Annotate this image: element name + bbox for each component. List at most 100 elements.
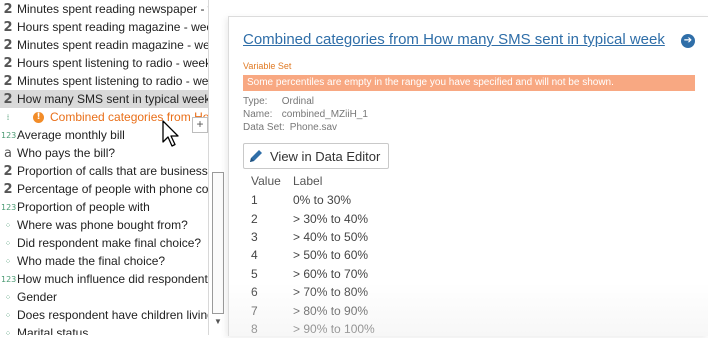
variable-label: Did respondent make final choice? [17, 236, 202, 250]
plus-icon[interactable]: + [192, 117, 208, 133]
variable-item[interactable]: 2 Percentage of people with phone com [0, 180, 226, 198]
variable-item[interactable]: 2 Minutes spent reading newspaper - w [0, 0, 226, 18]
cell-label: > 70% to 80% [293, 285, 369, 300]
variable-item[interactable]: ⁘ Does respondent have children living [0, 306, 226, 324]
table-row: 8 > 90% to 100% [243, 320, 708, 338]
table-header-row: Value Label [243, 171, 708, 191]
cell-value: 3 [251, 229, 258, 244]
variable-label: Average monthly bill [17, 128, 125, 142]
variable-label: Percentage of people with phone com [17, 182, 219, 196]
cell-label: > 30% to 40% [293, 211, 369, 226]
table-row: 4 > 50% to 60% [243, 246, 708, 264]
variable-item-selected[interactable]: 2 How many SMS sent in typical week [0, 90, 226, 108]
cell-value: 1 [251, 193, 258, 208]
variable-label: Who made the final choice? [17, 254, 166, 268]
table-row: 2 > 30% to 40% [243, 209, 708, 227]
variable-label: How many SMS sent in typical week [17, 92, 211, 106]
numeric-icon: 2 [3, 1, 13, 17]
table-row: 1 0% to 30% [243, 191, 708, 209]
chevron-down-icon[interactable]: ▼ [212, 316, 224, 328]
variable-item[interactable]: 2 Minutes spent readin magazine - wee [0, 36, 226, 54]
meta-key: Data Set: [243, 122, 285, 133]
nominal-icon: ⁘ [4, 328, 12, 335]
variable-label: Gender [17, 290, 58, 304]
variable-list[interactable]: 2 Minutes spent reading newspaper - w 2 … [0, 0, 226, 335]
nominal-icon: ⁘ [4, 220, 12, 230]
cell-label: > 50% to 60% [293, 248, 369, 263]
variable-label: Minutes spent listening to radio - wee [17, 74, 216, 88]
mouse-pointer-icon [162, 120, 179, 147]
cell-label: > 40% to 50% [293, 229, 369, 244]
variable-label: Does respondent have children living [17, 308, 214, 322]
nominal-icon: ⁘ [4, 238, 12, 248]
variable-label: Minutes spent reading newspaper - w [17, 2, 217, 16]
meta-key: Type: [243, 96, 268, 107]
variable-item[interactable]: 2 Hours spent listening to radio - weeke [0, 54, 226, 72]
meta-dataset: Data Set: Phone.sav [243, 122, 337, 133]
cell-value: 7 [251, 303, 258, 318]
variable-label: Where was phone bought from? [17, 218, 188, 232]
numeric-icon: 2 [3, 55, 13, 71]
variable-label: Minutes spent readin magazine - wee [17, 38, 217, 52]
variable-set-label: Variable Set [243, 61, 292, 71]
variable-item[interactable]: ⁘ Marital status [0, 324, 226, 335]
view-in-data-editor-button[interactable]: View in Data Editor [243, 143, 390, 169]
numeric-multi-icon: 123 [1, 202, 17, 212]
variable-label: Hours spent reading magazine - week [17, 20, 220, 34]
text-icon: a [4, 145, 12, 161]
warning-icon: ! [33, 111, 44, 123]
edit-button-label: View in Data Editor [270, 148, 381, 164]
meta-value: Phone.sav [289, 122, 338, 133]
meta-type: Type: Ordinal [243, 96, 314, 107]
scrollbar[interactable]: ▼ [208, 0, 226, 335]
cell-label: > 90% to 100% [293, 321, 375, 336]
meta-name: Name: combined_MZiiH_1 [243, 109, 368, 120]
variable-item[interactable]: ⁘ Did respondent make final choice? [0, 234, 226, 252]
cell-value: 4 [251, 248, 258, 263]
warning-banner: Some percentiles are empty in the range … [243, 75, 695, 91]
numeric-icon: 2 [3, 91, 13, 107]
column-header-value: Value [251, 174, 281, 188]
numeric-icon: 2 [3, 163, 13, 179]
variable-label: Hours spent listening to radio - weeke [17, 56, 218, 70]
cell-value: 5 [251, 266, 258, 281]
numeric-icon: 2 [3, 37, 13, 53]
table-row: 7 > 80% to 90% [243, 301, 708, 319]
column-header-label: Label [293, 174, 323, 188]
variable-item[interactable]: 2 Minutes spent listening to radio - wee [0, 72, 226, 90]
pencil-icon [250, 150, 262, 162]
meta-value: Ordinal [281, 96, 315, 107]
variable-item[interactable]: 123 How much influence did respondent h [0, 270, 226, 288]
arrow-right-circle-icon[interactable]: ➔ [681, 34, 695, 48]
meta-key: Name: [243, 109, 273, 120]
meta-value: combined_MZiiH_1 [281, 109, 368, 120]
table-row: 5 > 60% to 70% [243, 265, 708, 283]
variable-label: How much influence did respondent h [17, 272, 218, 286]
variable-label: Proportion of people with [17, 200, 150, 214]
cell-value: 2 [251, 211, 258, 226]
numeric-multi-icon: 123 [1, 274, 17, 284]
numeric-icon: 2 [3, 73, 13, 89]
popup-title[interactable]: Combined categories from How many SMS se… [243, 31, 665, 48]
cell-value: 6 [251, 285, 258, 300]
cell-value: 8 [251, 321, 258, 336]
numeric-icon: 2 [3, 19, 13, 35]
scrollbar-thumb[interactable] [212, 172, 224, 314]
variable-label: Who pays the bill? [17, 146, 116, 160]
nominal-icon: ⁘ [4, 256, 12, 266]
cell-label: 0% to 30% [293, 193, 352, 208]
variable-item[interactable]: ⁘ Who made the final choice? [0, 252, 226, 270]
variable-item[interactable]: 2 Hours spent reading magazine - week [0, 18, 226, 36]
ordinal-icon: ⁞ [6, 112, 10, 122]
variable-item[interactable]: a Who pays the bill? [0, 144, 226, 162]
variable-label: Proportion of calls that are business [17, 164, 208, 178]
nominal-icon: ⁘ [4, 310, 12, 320]
variable-detail-popup: Combined categories from How many SMS se… [228, 16, 708, 336]
value-labels-table: Value Label 1 0% to 30% 2 > 30% to 40% 3 > … [243, 171, 708, 338]
nominal-icon: ⁘ [4, 292, 12, 302]
variable-item[interactable]: 123 Proportion of people with [0, 198, 226, 216]
variable-item[interactable]: ⁘ Gender [0, 288, 226, 306]
variable-item[interactable]: ⁘ Where was phone bought from? [0, 216, 226, 234]
variable-item[interactable]: 2 Proportion of calls that are business [0, 162, 226, 180]
cell-label: > 60% to 70% [293, 266, 369, 281]
